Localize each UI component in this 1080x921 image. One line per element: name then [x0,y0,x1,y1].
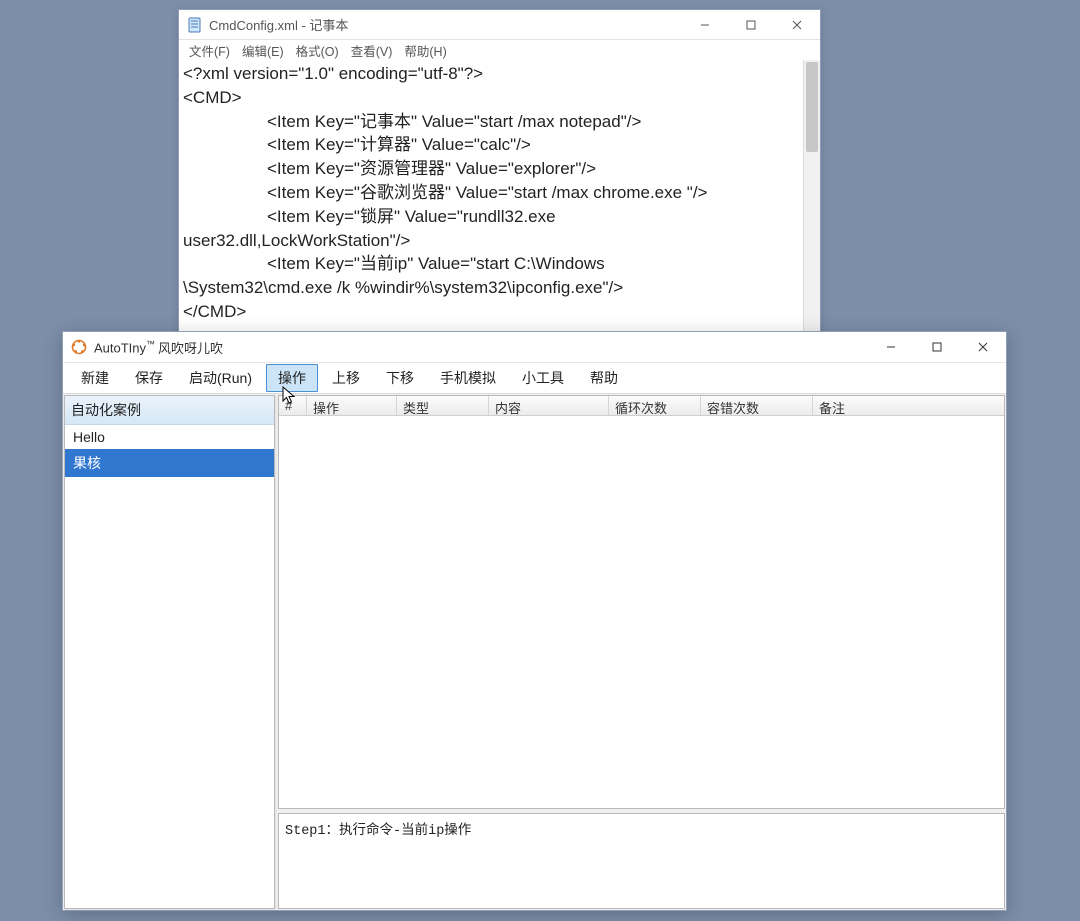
notepad-line: <CMD> [183,86,814,110]
notepad-menubar: 文件(F) 编辑(E) 格式(O) 查看(V) 帮助(H) [179,40,820,60]
sidebar-header: 自动化案例 [65,396,274,425]
toolbar-operate[interactable]: 操作 [266,364,318,392]
menu-format[interactable]: 格式(O) [290,40,345,61]
notepad-line: <Item Key="资源管理器" Value="explorer"/> [183,157,814,181]
minimize-button[interactable] [868,332,914,362]
notepad-line: <Item Key="谷歌浏览器" Value="start /max chro… [183,181,814,205]
close-button[interactable] [960,332,1006,362]
menu-edit[interactable]: 编辑(E) [236,40,290,61]
th-type[interactable]: 类型 [397,396,489,415]
th-op[interactable]: 操作 [307,396,397,415]
toolbar-new[interactable]: 新建 [69,364,121,392]
autotiny-title-tm: ™ [146,339,155,349]
notepad-line: <Item Key="记事本" Value="start /max notepa… [183,110,814,134]
toolbar-help[interactable]: 帮助 [578,364,630,392]
notepad-line: </CMD> [183,300,814,324]
th-loop[interactable]: 循环次数 [609,396,701,415]
th-note[interactable]: 备注 [813,396,1004,415]
notepad-line: <Item Key="当前ip" Value="start C:\Windows [183,252,814,276]
toolbar-save[interactable]: 保存 [123,364,175,392]
notepad-line: \System32\cmd.exe /k %windir%\system32\i… [183,276,814,300]
notepad-window: CmdConfig.xml - 记事本 文件(F) 编辑(E) 格式(O) 查看… [178,9,821,369]
notepad-icon [187,17,203,33]
notepad-title: CmdConfig.xml - 记事本 [209,15,348,34]
notepad-line: <Item Key="锁屏" Value="rundll32.exe [183,205,814,229]
steps-table[interactable]: # 操作 类型 内容 循环次数 容错次数 备注 [278,395,1005,809]
maximize-button[interactable] [728,10,774,40]
notepad-titlebar[interactable]: CmdConfig.xml - 记事本 [179,10,820,40]
notepad-line: <Item Key="计算器" Value="calc"/> [183,133,814,157]
toolbar-movedown[interactable]: 下移 [374,364,426,392]
menu-view[interactable]: 查看(V) [345,40,399,61]
toolbar-run[interactable]: 启动(Run) [177,364,264,392]
notepad-scroll-thumb[interactable] [806,62,818,152]
toolbar-tools[interactable]: 小工具 [510,364,576,392]
status-log[interactable]: Step1：执行命令-当前ip操作 [278,813,1005,909]
notepad-scrollbar[interactable] [803,60,820,368]
toolbar-phone-sim[interactable]: 手机模拟 [428,364,508,392]
maximize-button[interactable] [914,332,960,362]
autotiny-toolbar: 新建 保存 启动(Run) 操作 上移 下移 手机模拟 小工具 帮助 [63,362,1006,394]
sidebar-item[interactable]: 果核 [65,449,274,477]
autotiny-window: AutoTIny™ 风吹呀儿吹 新建 保存 启动(Run) 操作 上移 下移 手… [62,331,1007,911]
sidebar-item[interactable]: Hello [65,425,274,449]
menu-help[interactable]: 帮助(H) [398,40,452,61]
autotiny-icon [71,339,87,355]
toolbar-moveup[interactable]: 上移 [320,364,372,392]
autotiny-subtitle: 风吹呀儿吹 [158,338,223,357]
autotiny-titlebar[interactable]: AutoTIny™ 风吹呀儿吹 [63,332,1006,362]
sidebar: 自动化案例 Hello果核 [64,395,275,909]
autotiny-content: 自动化案例 Hello果核 # 操作 类型 内容 循环次数 容错次数 备注 St… [63,394,1006,910]
table-body[interactable] [279,416,1004,808]
menu-file[interactable]: 文件(F) [183,40,236,61]
th-tolerance[interactable]: 容错次数 [701,396,813,415]
main-area: # 操作 类型 内容 循环次数 容错次数 备注 Step1：执行命令-当前ip操… [278,395,1005,909]
autotiny-title-main: AutoTIny [94,340,146,355]
notepad-text-area[interactable]: <?xml version="1.0" encoding="utf-8"?><C… [179,60,820,368]
status-line: Step1：执行命令-当前ip操作 [285,824,471,839]
notepad-line: <?xml version="1.0" encoding="utf-8"?> [183,62,814,86]
minimize-button[interactable] [682,10,728,40]
table-header-row: # 操作 类型 内容 循环次数 容错次数 备注 [279,396,1004,416]
notepad-line: user32.dll,LockWorkStation"/> [183,229,814,253]
th-index[interactable]: # [279,396,307,415]
th-content[interactable]: 内容 [489,396,609,415]
autotiny-title: AutoTIny™ [94,339,155,355]
close-button[interactable] [774,10,820,40]
